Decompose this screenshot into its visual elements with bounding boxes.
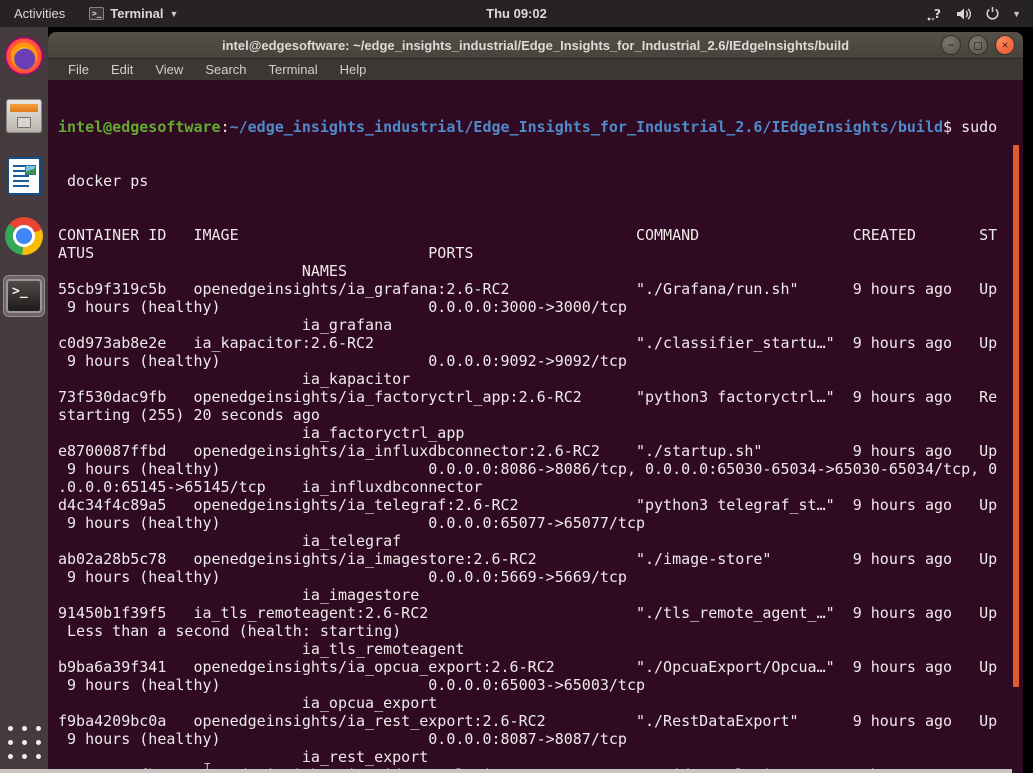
- volume-icon: [957, 7, 972, 20]
- command-continuation-line: docker ps: [58, 172, 149, 190]
- terminal-line: ia_tls_remoteagent: [58, 640, 465, 658]
- terminal-line: NAMES: [58, 262, 347, 280]
- terminal-icon: >_: [6, 279, 42, 313]
- system-tray[interactable]: ? ▼: [926, 6, 1033, 21]
- command-text: sudo: [952, 118, 998, 136]
- power-icon: [986, 7, 999, 20]
- chevron-down-icon: ▼: [169, 8, 179, 19]
- desktop-right-edge: [1023, 27, 1033, 773]
- dock-item-chrome[interactable]: [3, 215, 45, 257]
- firefox-icon: [5, 37, 43, 75]
- dock-item-file-cabinet[interactable]: [3, 95, 45, 137]
- chrome-icon: [5, 217, 43, 255]
- window-title: intel@edgesoftware: ~/edge_insights_indu…: [221, 37, 850, 53]
- terminal-mini-icon: >_: [89, 7, 105, 20]
- terminal-line: 9 hours (healthy) 0.0.0.0:8086->8086/tcp…: [58, 460, 998, 478]
- terminal-line: ia_factoryctrl_app: [58, 424, 465, 442]
- file-cabinet-icon: [6, 99, 42, 133]
- terminal-line: e8700087ffbd openedgeinsights/ia_influxd…: [58, 442, 998, 460]
- close-button[interactable]: ×: [995, 35, 1015, 55]
- terminal-line: 9 hours (healthy) 0.0.0.0:3000->3000/tcp: [58, 298, 998, 316]
- terminal-line: f9ba4209bc0a openedgeinsights/ia_rest_ex…: [58, 712, 998, 730]
- libreoffice-writer-icon: [7, 157, 41, 195]
- terminal-line: d4c34f4c89a5 openedgeinsights/ia_telegra…: [58, 496, 998, 514]
- menu-view[interactable]: View: [155, 62, 183, 77]
- top-bar: Activities >_ Terminal ▼ Thu 09:02 ? ▼: [0, 0, 1033, 27]
- bottom-edge-strip: [0, 769, 1012, 773]
- menu-terminal[interactable]: Terminal: [269, 62, 318, 77]
- dock-item-libreoffice-writer[interactable]: [3, 155, 45, 197]
- window-controls: − ◻ ×: [941, 35, 1015, 55]
- menu-edit[interactable]: Edit: [111, 62, 133, 77]
- text-cursor: ⌶: [204, 760, 211, 773]
- menu-bar: File Edit View Search Terminal Help: [48, 59, 1023, 80]
- menu-search[interactable]: Search: [205, 62, 246, 77]
- terminal-line: 55cb9f319c5b openedgeinsights/ia_grafana…: [58, 280, 998, 298]
- terminal-line: b9ba6a39f341 openedgeinsights/ia_opcua_e…: [58, 658, 998, 676]
- terminal-line: ia_kapacitor: [58, 370, 411, 388]
- menu-file[interactable]: File: [68, 62, 89, 77]
- prompt-line: intel@edgesoftware:~/edge_insights_indus…: [58, 118, 998, 136]
- terminal-line: 9 hours (healthy) 0.0.0.0:9092->9092/tcp: [58, 352, 998, 370]
- terminal-line: CONTAINER ID IMAGE COMMAND CREATED ST: [58, 226, 998, 244]
- terminal-line: ia_imagestore: [58, 586, 420, 604]
- terminal-line: 9 hours (healthy) 0.0.0.0:65077->65077/t…: [58, 514, 998, 532]
- svg-text:?: ?: [934, 7, 941, 21]
- terminal-line: c0d973ab8e2e ia_kapacitor:2.6-RC2 "./cla…: [58, 334, 998, 352]
- chevron-down-icon: ▼: [1012, 8, 1021, 19]
- terminal-line: 9 hours (healthy) 0.0.0.0:8087->8087/tcp: [58, 730, 998, 748]
- maximize-button[interactable]: ◻: [968, 35, 988, 55]
- terminal-line: ATUS PORTS: [58, 244, 998, 262]
- show-applications-button[interactable]: [7, 726, 41, 759]
- terminal-line: starting (255) 20 seconds ago: [58, 406, 998, 424]
- minimize-button[interactable]: −: [941, 35, 961, 55]
- terminal-output[interactable]: intel@edgesoftware:~/edge_insights_indus…: [48, 80, 1023, 773]
- network-question-icon: ?: [927, 7, 941, 21]
- dock: >_: [0, 27, 48, 773]
- scrollbar-thumb[interactable]: [1013, 145, 1019, 687]
- terminal-line: ab02a28b5c78 openedgeinsights/ia_imagest…: [58, 550, 998, 568]
- menu-help[interactable]: Help: [340, 62, 367, 77]
- app-menu-terminal[interactable]: >_ Terminal ▼: [79, 0, 188, 27]
- title-bar[interactable]: intel@edgesoftware: ~/edge_insights_indu…: [48, 32, 1023, 59]
- terminal-line: ia_grafana: [58, 316, 393, 334]
- desktop: Activities >_ Terminal ▼ Thu 09:02 ? ▼ >…: [0, 0, 1033, 773]
- app-menu-label: Terminal: [110, 6, 164, 21]
- dock-item-firefox[interactable]: [3, 35, 45, 77]
- terminal-line: 9 hours (healthy) 0.0.0.0:5669->5669/tcp: [58, 568, 998, 586]
- terminal-line: 9 hours (healthy) 0.0.0.0:65003->65003/t…: [58, 676, 998, 694]
- terminal-line: .0.0.0:65145->65145/tcp ia_influxdbconne…: [58, 478, 483, 496]
- terminal-line: 73f530dac9fb openedgeinsights/ia_factory…: [58, 388, 998, 406]
- terminal-line: ia_rest_export: [58, 748, 429, 766]
- docker-ps-output: CONTAINER ID IMAGE COMMAND CREATED ST ATU…: [58, 226, 1023, 773]
- terminal-line: ia_telegraf: [58, 532, 402, 550]
- terminal-line: 91450b1f39f5 ia_tls_remoteagent:2.6-RC2 …: [58, 604, 998, 622]
- terminal-line: Less than a second (health: starting): [58, 622, 998, 640]
- terminal-line: ia_opcua_export: [58, 694, 438, 712]
- prompt-user-host: intel@edgesoftware: [58, 118, 221, 136]
- dock-item-terminal[interactable]: >_: [3, 275, 45, 317]
- activities-button[interactable]: Activities: [0, 0, 79, 27]
- prompt-path: ~/edge_insights_industrial/Edge_Insights…: [229, 118, 944, 136]
- terminal-window: intel@edgesoftware: ~/edge_insights_indu…: [48, 32, 1023, 773]
